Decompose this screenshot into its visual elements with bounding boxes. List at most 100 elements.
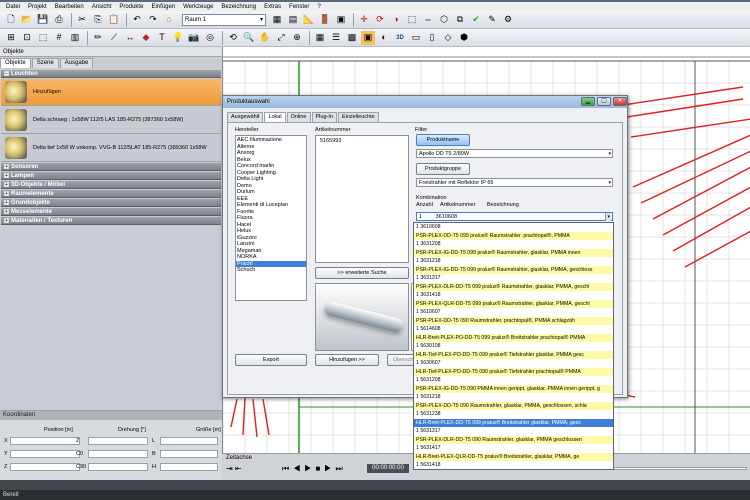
category-row[interactable]: + Materialien / Texturen [1,217,221,225]
combination-option[interactable]: 1 3631317 [414,274,613,283]
menu-item[interactable]: Einfügen [147,4,179,10]
timeline-step-icon[interactable]: ⇥ ⇤ [226,464,242,473]
combination-dropdown[interactable]: 1 3610608 ▾ [416,212,613,221]
room-select[interactable]: Raum 1 ▾ [182,13,266,26]
side-view-icon[interactable]: ▯ [425,31,439,45]
edit-icon[interactable]: ✎ [485,13,499,27]
product-group-button[interactable]: Produktgruppe [416,163,470,175]
paste-icon[interactable]: 📋 [107,13,121,27]
menu-item[interactable]: Ansicht [88,4,116,10]
category-row[interactable]: + Grundobjekte [1,199,221,207]
orbit-icon[interactable]: ⟲ [226,31,240,45]
select-icon[interactable]: ⬚ [405,13,419,27]
combination-option[interactable]: 1 5631418 [414,461,613,469]
lines-icon[interactable]: ☰ [329,31,343,45]
menu-item[interactable]: Projekt [24,4,51,10]
save-icon[interactable]: 💾 [36,13,50,27]
view-icon[interactable]: ▦ [270,13,284,27]
menu-item[interactable]: Extras [260,4,285,10]
combination-option[interactable]: HLR-Tief-PLEX-PO-DD-T5 099 pralux® Tiefs… [414,350,613,359]
product-group-dropdown[interactable]: Freistrahler mit Reflektor IP 65 ▾ [416,178,613,187]
manufacturer-item[interactable]: Schuch [236,267,306,274]
combination-option[interactable]: 1 5631317 [414,427,613,436]
sensor-icon[interactable]: ◎ [203,31,217,45]
product-name-dropdown[interactable]: Apollo DD T5 2/80W ▾ [416,149,613,158]
panel-tab[interactable]: Objekte [0,58,31,68]
window-icon[interactable]: ▣ [334,13,348,27]
snap-icon[interactable]: ⊡ [20,31,34,45]
coordinate-input[interactable] [88,437,148,445]
extra-icon[interactable]: ⚙ [501,13,515,27]
coordinate-input[interactable] [88,450,148,458]
coordinate-input[interactable] [160,450,218,458]
close-button[interactable]: ✕ [613,97,627,106]
luminaire-row-add[interactable]: Hinzufügen [1,79,221,106]
coordinate-input[interactable] [10,437,80,445]
layout-icon[interactable]: ▥ [68,31,82,45]
zoom-icon[interactable]: 🔍 [242,31,256,45]
undo-icon[interactable]: ↶ [130,13,144,27]
menu-item[interactable]: ? [313,4,324,10]
check-icon[interactable]: ✔ [469,13,483,27]
fill-icon[interactable]: ◆ [139,31,153,45]
combination-option[interactable]: PSR-PLEX-DD-T5 090 Raumstrahler, prachto… [414,316,613,325]
zoom-window-icon[interactable]: ⊕ [290,31,304,45]
object-icon[interactable]: ⬚ [36,31,50,45]
combination-option[interactable]: PSR-PLEX-DD-T5 090 Raumstrahler, glaskla… [414,401,613,410]
dialog-tab[interactable]: Ausgewählt [227,112,264,122]
dialog-tab[interactable]: Plug-In [311,112,337,122]
combination-option[interactable]: HLR-Breit-PLEX-DD-T5 099 pralux® Breitst… [414,418,613,427]
combination-option[interactable]: 1 5631218 [414,393,613,402]
combination-option[interactable]: PSR-PLEX-IG-DD-T5 090 PMMA innen gerippt… [414,384,613,393]
category-row[interactable]: + Lampen [1,172,221,180]
copy-icon[interactable]: ⎘ [91,13,105,27]
menu-item[interactable]: Bezeichnung [217,4,260,10]
combination-option[interactable]: PSR-PLEX-DD-T5 099 pralux® Raumstrahler.… [414,231,613,240]
dialog-tab[interactable]: Online [286,112,311,122]
panel-tab[interactable]: Szene [31,58,59,68]
category-leuchten[interactable]: − Leuchten [1,70,221,78]
combination-option[interactable]: 1 5614608 [414,325,613,334]
print-icon[interactable]: ⎙ [52,13,66,27]
luminaire-row[interactable]: Delta schraeg ; 1x58W 112/5 LAS 185-R275… [1,107,221,134]
coordinate-input[interactable] [160,463,218,471]
panel-tab[interactable]: Ausgabe [59,58,94,68]
menu-item[interactable]: Werkzeuge [179,4,217,10]
bulb-icon[interactable]: 💡 [171,31,185,45]
combination-option[interactable]: PSR-PLEX-DLR-DD-T5 099 pralux® Raumstrah… [414,282,613,291]
active-view-icon[interactable]: ▣ [361,30,375,45]
combination-option[interactable]: PSR-PLEX-QLR-DD-T5 099 pralux® Raumstrah… [414,299,613,308]
combination-option[interactable]: 1 5630108 [414,342,613,351]
ruler-icon[interactable]: 📐 [302,13,316,27]
combination-option[interactable]: 1 5630607 [414,359,613,368]
combination-option[interactable]: HLR-Breit-PLEX-QLR-DD-T5 pralux® Breitst… [414,452,613,461]
combination-option[interactable]: 1 5631417 [414,444,613,453]
coordinate-input[interactable] [160,437,218,445]
category-row[interactable]: + Messelemente [1,208,221,216]
raster-icon[interactable]: ▦ [313,31,327,45]
minimize-button[interactable]: ▁ [581,97,595,106]
door-icon[interactable]: 🚪 [318,13,332,27]
cut-icon[interactable]: ✂ [75,13,89,27]
combination-dropdown-list[interactable]: 1 3610608 PSR-PLEX-DD-T5 099 pralux® Raum… [413,222,614,470]
coordinate-input[interactable] [88,463,148,471]
dimension-icon[interactable]: ↔ [123,31,137,45]
mirror-icon[interactable]: ⇔ [421,13,435,27]
combination-option[interactable]: HLR-Breit-PLEX-PO-DD-T5 099 pralux® Brei… [414,333,613,342]
pan-icon[interactable]: ✋ [258,31,272,45]
article-number-box[interactable]: 5165993 [315,135,409,263]
open-folder-icon[interactable]: 📂 [20,13,34,27]
playback-controls-icon[interactable]: ⏮◀▶■▶⏭ [282,464,347,474]
layer-icon[interactable]: ⧉ [453,13,467,27]
top-view-icon[interactable]: ◇ [441,31,455,45]
floorplan-icon[interactable]: ▤ [286,13,300,27]
dialog-tab[interactable]: Lokal [264,112,286,122]
combination-option[interactable]: 1 3610608 [414,223,613,232]
category-row[interactable]: + Raumelemente [1,190,221,198]
combination-option[interactable]: 1 3631418 [414,291,613,300]
pencil-icon[interactable]: ✏ [91,31,105,45]
new-file-icon[interactable]: 🗋 [4,13,18,27]
coordinate-input[interactable] [10,450,80,458]
rotate-icon[interactable]: ⟳ [373,13,387,27]
zoom-fit-icon[interactable]: ⤢ [274,31,288,45]
